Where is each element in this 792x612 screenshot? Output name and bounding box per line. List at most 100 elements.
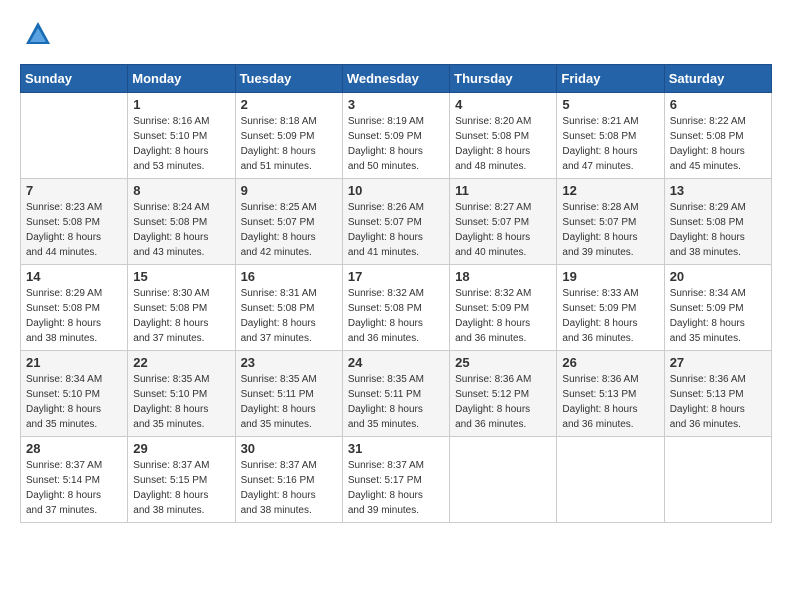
calendar-cell: 14 Sunrise: 8:29 AMSunset: 5:08 PMDayligh… xyxy=(21,264,128,350)
day-number: 26 xyxy=(562,355,658,370)
calendar-cell: 17 Sunrise: 8:32 AMSunset: 5:08 PMDayligh… xyxy=(342,264,449,350)
calendar-cell: 19Sunrise: 8:33 AMSunset: 5:09 PMDayligh… xyxy=(557,264,664,350)
day-info: Sunrise: 8:37 AMSunset: 5:17 PMDaylight:… xyxy=(348,458,444,518)
day-number: 23 xyxy=(241,355,337,370)
day-number: 12 xyxy=(562,183,658,198)
calendar-cell: 29 Sunrise: 8:37 AMSunset: 5:15 PMDayligh… xyxy=(128,436,235,522)
day-number: 10 xyxy=(348,183,444,198)
day-number: 8 xyxy=(133,183,229,198)
logo-icon xyxy=(24,20,52,48)
calendar-row-1: 7 Sunrise: 8:23 AMSunset: 5:08 PMDaylight… xyxy=(21,178,772,264)
calendar-cell: 4 Sunrise: 8:20 AMSunset: 5:08 PMDaylight… xyxy=(450,92,557,178)
page-header xyxy=(20,20,772,54)
calendar-cell xyxy=(557,436,664,522)
day-info: Sunrise: 8:29 AMSunset: 5:08 PMDaylight:… xyxy=(26,286,122,346)
day-info: Sunrise: 8:32 AMSunset: 5:08 PMDaylight:… xyxy=(348,286,444,346)
day-info: Sunrise: 8:31 AMSunset: 5:08 PMDaylight:… xyxy=(241,286,337,346)
day-info: Sunrise: 8:35 AMSunset: 5:11 PMDaylight:… xyxy=(348,372,444,432)
calendar-row-4: 28 Sunrise: 8:37 AMSunset: 5:14 PMDayligh… xyxy=(21,436,772,522)
calendar-cell: 10Sunrise: 8:26 AMSunset: 5:07 PMDayligh… xyxy=(342,178,449,264)
day-info: Sunrise: 8:36 AMSunset: 5:13 PMDaylight:… xyxy=(670,372,766,432)
day-info: Sunrise: 8:35 AMSunset: 5:10 PMDaylight:… xyxy=(133,372,229,432)
day-info: Sunrise: 8:16 AMSunset: 5:10 PMDaylight:… xyxy=(133,114,229,174)
day-info: Sunrise: 8:25 AMSunset: 5:07 PMDaylight:… xyxy=(241,200,337,260)
day-number: 5 xyxy=(562,97,658,112)
weekday-header-saturday: Saturday xyxy=(664,64,771,92)
day-number: 9 xyxy=(241,183,337,198)
day-info: Sunrise: 8:37 AMSunset: 5:15 PMDaylight:… xyxy=(133,458,229,518)
day-number: 4 xyxy=(455,97,551,112)
day-number: 1 xyxy=(133,97,229,112)
day-info: Sunrise: 8:34 AMSunset: 5:09 PMDaylight:… xyxy=(670,286,766,346)
day-info: Sunrise: 8:30 AMSunset: 5:08 PMDaylight:… xyxy=(133,286,229,346)
day-info: Sunrise: 8:20 AMSunset: 5:08 PMDaylight:… xyxy=(455,114,551,174)
day-info: Sunrise: 8:21 AMSunset: 5:08 PMDaylight:… xyxy=(562,114,658,174)
calendar-cell: 18 Sunrise: 8:32 AMSunset: 5:09 PMDayligh… xyxy=(450,264,557,350)
calendar-cell: 7 Sunrise: 8:23 AMSunset: 5:08 PMDaylight… xyxy=(21,178,128,264)
day-info: Sunrise: 8:36 AMSunset: 5:13 PMDaylight:… xyxy=(562,372,658,432)
day-number: 24 xyxy=(348,355,444,370)
calendar-cell: 28 Sunrise: 8:37 AMSunset: 5:14 PMDayligh… xyxy=(21,436,128,522)
calendar-cell: 30Sunrise: 8:37 AMSunset: 5:16 PMDayligh… xyxy=(235,436,342,522)
calendar-cell xyxy=(21,92,128,178)
weekday-header-friday: Friday xyxy=(557,64,664,92)
day-number: 17 xyxy=(348,269,444,284)
calendar-cell: 13 Sunrise: 8:29 AMSunset: 5:08 PMDayligh… xyxy=(664,178,771,264)
day-info: Sunrise: 8:35 AMSunset: 5:11 PMDaylight:… xyxy=(241,372,337,432)
calendar-cell: 16 Sunrise: 8:31 AMSunset: 5:08 PMDayligh… xyxy=(235,264,342,350)
calendar-cell: 27 Sunrise: 8:36 AMSunset: 5:13 PMDayligh… xyxy=(664,350,771,436)
day-info: Sunrise: 8:24 AMSunset: 5:08 PMDaylight:… xyxy=(133,200,229,260)
calendar-cell: 5 Sunrise: 8:21 AMSunset: 5:08 PMDaylight… xyxy=(557,92,664,178)
weekday-header-wednesday: Wednesday xyxy=(342,64,449,92)
day-info: Sunrise: 8:19 AMSunset: 5:09 PMDaylight:… xyxy=(348,114,444,174)
day-info: Sunrise: 8:18 AMSunset: 5:09 PMDaylight:… xyxy=(241,114,337,174)
day-number: 2 xyxy=(241,97,337,112)
calendar-row-3: 21Sunrise: 8:34 AMSunset: 5:10 PMDayligh… xyxy=(21,350,772,436)
day-number: 29 xyxy=(133,441,229,456)
day-number: 22 xyxy=(133,355,229,370)
weekday-header-tuesday: Tuesday xyxy=(235,64,342,92)
day-info: Sunrise: 8:23 AMSunset: 5:08 PMDaylight:… xyxy=(26,200,122,260)
day-number: 19 xyxy=(562,269,658,284)
day-number: 7 xyxy=(26,183,122,198)
day-info: Sunrise: 8:32 AMSunset: 5:09 PMDaylight:… xyxy=(455,286,551,346)
day-number: 6 xyxy=(670,97,766,112)
calendar-cell: 23 Sunrise: 8:35 AMSunset: 5:11 PMDayligh… xyxy=(235,350,342,436)
calendar-cell: 3 Sunrise: 8:19 AMSunset: 5:09 PMDaylight… xyxy=(342,92,449,178)
day-number: 11 xyxy=(455,183,551,198)
day-info: Sunrise: 8:37 AMSunset: 5:16 PMDaylight:… xyxy=(241,458,337,518)
calendar-cell: 26 Sunrise: 8:36 AMSunset: 5:13 PMDayligh… xyxy=(557,350,664,436)
calendar-cell: 9 Sunrise: 8:25 AMSunset: 5:07 PMDaylight… xyxy=(235,178,342,264)
weekday-header-monday: Monday xyxy=(128,64,235,92)
calendar-cell xyxy=(664,436,771,522)
day-number: 16 xyxy=(241,269,337,284)
day-info: Sunrise: 8:36 AMSunset: 5:12 PMDaylight:… xyxy=(455,372,551,432)
calendar-cell: 25 Sunrise: 8:36 AMSunset: 5:12 PMDayligh… xyxy=(450,350,557,436)
day-number: 13 xyxy=(670,183,766,198)
day-number: 20 xyxy=(670,269,766,284)
calendar-cell: 31 Sunrise: 8:37 AMSunset: 5:17 PMDayligh… xyxy=(342,436,449,522)
calendar-cell: 8 Sunrise: 8:24 AMSunset: 5:08 PMDaylight… xyxy=(128,178,235,264)
day-info: Sunrise: 8:27 AMSunset: 5:07 PMDaylight:… xyxy=(455,200,551,260)
day-number: 31 xyxy=(348,441,444,456)
calendar-cell: 22 Sunrise: 8:35 AMSunset: 5:10 PMDayligh… xyxy=(128,350,235,436)
calendar-cell: 2 Sunrise: 8:18 AMSunset: 5:09 PMDaylight… xyxy=(235,92,342,178)
calendar-cell: 6 Sunrise: 8:22 AMSunset: 5:08 PMDaylight… xyxy=(664,92,771,178)
day-info: Sunrise: 8:22 AMSunset: 5:08 PMDaylight:… xyxy=(670,114,766,174)
weekday-header-thursday: Thursday xyxy=(450,64,557,92)
day-info: Sunrise: 8:34 AMSunset: 5:10 PMDaylight:… xyxy=(26,372,122,432)
day-number: 27 xyxy=(670,355,766,370)
calendar-cell: 11 Sunrise: 8:27 AMSunset: 5:07 PMDayligh… xyxy=(450,178,557,264)
day-number: 18 xyxy=(455,269,551,284)
day-info: Sunrise: 8:29 AMSunset: 5:08 PMDaylight:… xyxy=(670,200,766,260)
day-number: 28 xyxy=(26,441,122,456)
calendar-header-row: SundayMondayTuesdayWednesdayThursdayFrid… xyxy=(21,64,772,92)
day-info: Sunrise: 8:37 AMSunset: 5:14 PMDaylight:… xyxy=(26,458,122,518)
day-number: 14 xyxy=(26,269,122,284)
day-number: 3 xyxy=(348,97,444,112)
weekday-header-sunday: Sunday xyxy=(21,64,128,92)
day-info: Sunrise: 8:28 AMSunset: 5:07 PMDaylight:… xyxy=(562,200,658,260)
day-number: 25 xyxy=(455,355,551,370)
calendar-cell: 1 Sunrise: 8:16 AMSunset: 5:10 PMDaylight… xyxy=(128,92,235,178)
calendar-row-2: 14 Sunrise: 8:29 AMSunset: 5:08 PMDayligh… xyxy=(21,264,772,350)
